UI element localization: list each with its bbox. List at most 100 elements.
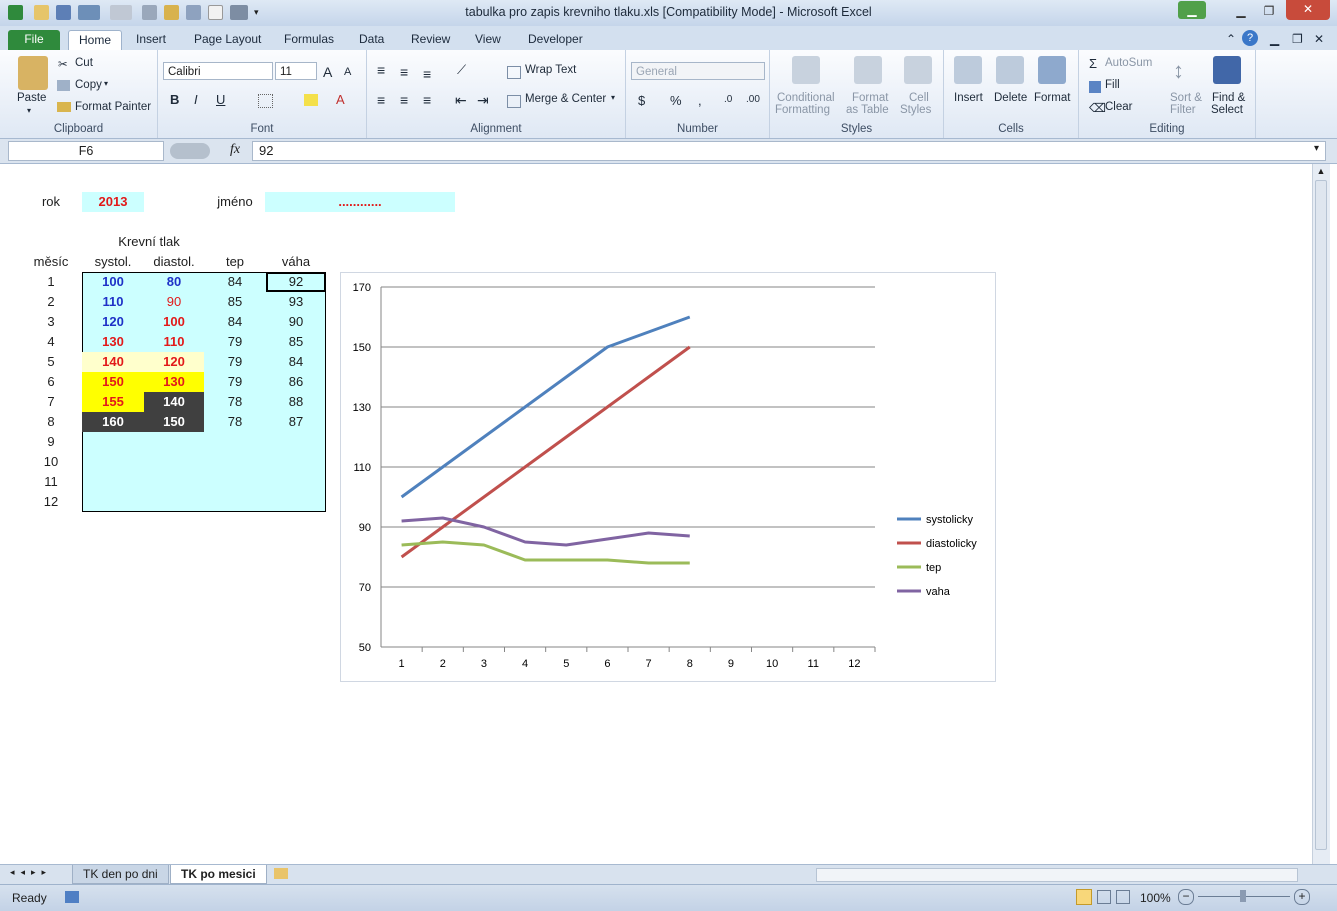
clear-button[interactable]: Clear [1105, 101, 1132, 113]
wrap-text-icon[interactable] [507, 66, 521, 79]
cell-tep[interactable]: 84 [204, 272, 266, 292]
cell-month[interactable]: 10 [28, 452, 74, 472]
conditional-formatting-button[interactable]: Conditional [777, 92, 835, 104]
format-as-table-icon[interactable] [854, 56, 882, 84]
insert-button[interactable]: Insert [954, 92, 983, 104]
cell-tep[interactable] [204, 492, 266, 512]
copy-button[interactable]: Copy [75, 79, 102, 91]
cell-diastol[interactable] [144, 492, 204, 512]
wrap-text-button[interactable]: Wrap Text [525, 64, 576, 76]
cell-tep[interactable]: 79 [204, 372, 266, 392]
doc-restore-icon[interactable]: ❐ [1286, 30, 1309, 50]
cell-diastol[interactable]: 150 [144, 412, 204, 432]
page-break-view-icon[interactable] [1116, 890, 1130, 904]
cell-tep[interactable]: 79 [204, 332, 266, 352]
autosum-button[interactable]: AutoSum [1105, 57, 1152, 69]
increase-decimal-icon[interactable]: .0 [724, 94, 732, 105]
align-center-icon[interactable]: ≡ [400, 92, 408, 108]
cell-systol[interactable]: 150 [82, 372, 144, 392]
cell-vaha[interactable]: 88 [266, 392, 326, 412]
format-button[interactable]: Format [1034, 92, 1070, 104]
cell-tep[interactable] [204, 452, 266, 472]
format-cells-icon[interactable] [1038, 56, 1066, 84]
number-format-select[interactable]: General [631, 62, 765, 80]
paste-dropdown-icon[interactable]: ▾ [27, 106, 31, 115]
find-select-icon[interactable] [1213, 56, 1241, 84]
cell-vaha[interactable]: 84 [266, 352, 326, 372]
sort-filter-line2[interactable]: Filter [1170, 104, 1196, 116]
page-layout-view-icon[interactable] [1097, 890, 1111, 904]
cell-diastol[interactable]: 130 [144, 372, 204, 392]
align-top-icon[interactable]: ≡ [377, 62, 385, 78]
cell-vaha[interactable]: 90 [266, 312, 326, 332]
cell-systol[interactable] [82, 432, 144, 452]
cell-vaha[interactable]: 93 [266, 292, 326, 312]
orientation-icon[interactable]: ⟋ [457, 62, 466, 78]
tab-insert[interactable]: Insert [130, 30, 172, 50]
cell-styles-icon[interactable] [904, 56, 932, 84]
percent-button[interactable]: % [670, 93, 682, 108]
insert-sheet-icon[interactable] [274, 868, 288, 879]
copy-icon[interactable] [57, 80, 70, 91]
cell-vaha[interactable]: 86 [266, 372, 326, 392]
cell-systol[interactable]: 155 [82, 392, 144, 412]
cell-month[interactable]: 1 [28, 272, 74, 292]
conditional-formatting-line2[interactable]: Formatting [775, 104, 830, 116]
conditional-formatting-icon[interactable] [792, 56, 820, 84]
cell-month[interactable]: 6 [28, 372, 74, 392]
cell-month[interactable]: 12 [28, 492, 74, 512]
cell-vaha[interactable]: 85 [266, 332, 326, 352]
tab-file[interactable]: File [8, 30, 60, 50]
cell-tep[interactable]: 79 [204, 352, 266, 372]
cell-systol[interactable]: 110 [82, 292, 144, 312]
font-name-select[interactable]: Calibri [163, 62, 273, 80]
fill-color-icon[interactable] [304, 94, 318, 106]
tab-review[interactable]: Review [405, 30, 456, 50]
jmeno-value[interactable]: ............ [265, 192, 455, 212]
close-button[interactable]: ✕ [1286, 0, 1330, 20]
tab-formulas[interactable]: Formulas [278, 30, 340, 50]
cell-diastol[interactable] [144, 432, 204, 452]
align-right-icon[interactable]: ≡ [423, 92, 431, 108]
shrink-font-icon[interactable]: A [344, 66, 351, 78]
cell-vaha[interactable] [266, 492, 326, 512]
restore-button[interactable]: ❐ [1256, 2, 1282, 20]
cell-systol[interactable]: 100 [82, 272, 144, 292]
formula-controls-icon[interactable] [170, 143, 210, 159]
sort-filter-button[interactable]: Sort & [1170, 92, 1202, 104]
format-painter-button[interactable]: Format Painter [75, 101, 151, 113]
autosum-icon[interactable]: Σ [1089, 56, 1097, 71]
active-cell[interactable]: 92 [266, 272, 326, 292]
cell-vaha[interactable] [266, 432, 326, 452]
cell-tep[interactable]: 85 [204, 292, 266, 312]
format-painter-icon[interactable] [57, 102, 71, 112]
cell-diastol[interactable]: 80 [144, 272, 204, 292]
increase-indent-icon[interactable]: ⇥ [477, 92, 489, 109]
merge-center-button[interactable]: Merge & Center [525, 93, 606, 105]
align-middle-icon[interactable]: ≡ [400, 64, 408, 80]
merge-dropdown-icon[interactable]: ▾ [611, 93, 615, 102]
cell-systol[interactable] [82, 492, 144, 512]
cell-systol[interactable] [82, 452, 144, 472]
name-box[interactable]: F6 [8, 141, 164, 161]
scroll-up-icon[interactable]: ▲ [1314, 166, 1328, 178]
cell-vaha[interactable] [266, 472, 326, 492]
insert-cells-icon[interactable] [954, 56, 982, 84]
font-size-select[interactable]: 11 [275, 62, 317, 80]
sheet-tab-tk-den-po-dni[interactable]: TK den po dni [72, 865, 169, 884]
decrease-decimal-icon[interactable]: .00 [746, 94, 760, 105]
cell-diastol[interactable]: 140 [144, 392, 204, 412]
align-left-icon[interactable]: ≡ [377, 92, 385, 108]
cell-diastol[interactable] [144, 452, 204, 472]
underline-button[interactable]: U [216, 92, 225, 107]
cell-month[interactable]: 9 [28, 432, 74, 452]
sort-filter-icon[interactable]: ↕ [1173, 58, 1184, 84]
line-chart[interactable]: 50 70 90 110 130 150 170 1 2 3 4 5 6 7 8 9 10 11 12 systoli… [340, 272, 996, 682]
cell-diastol[interactable]: 120 [144, 352, 204, 372]
cell-tep[interactable]: 84 [204, 312, 266, 332]
doc-minimize-icon[interactable]: ▁ [1264, 30, 1285, 50]
cell-tep[interactable]: 78 [204, 412, 266, 432]
collapse-ribbon-icon[interactable]: ⌃ [1220, 30, 1242, 50]
cell-tep[interactable] [204, 432, 266, 452]
tab-page-layout[interactable]: Page Layout [188, 30, 267, 50]
